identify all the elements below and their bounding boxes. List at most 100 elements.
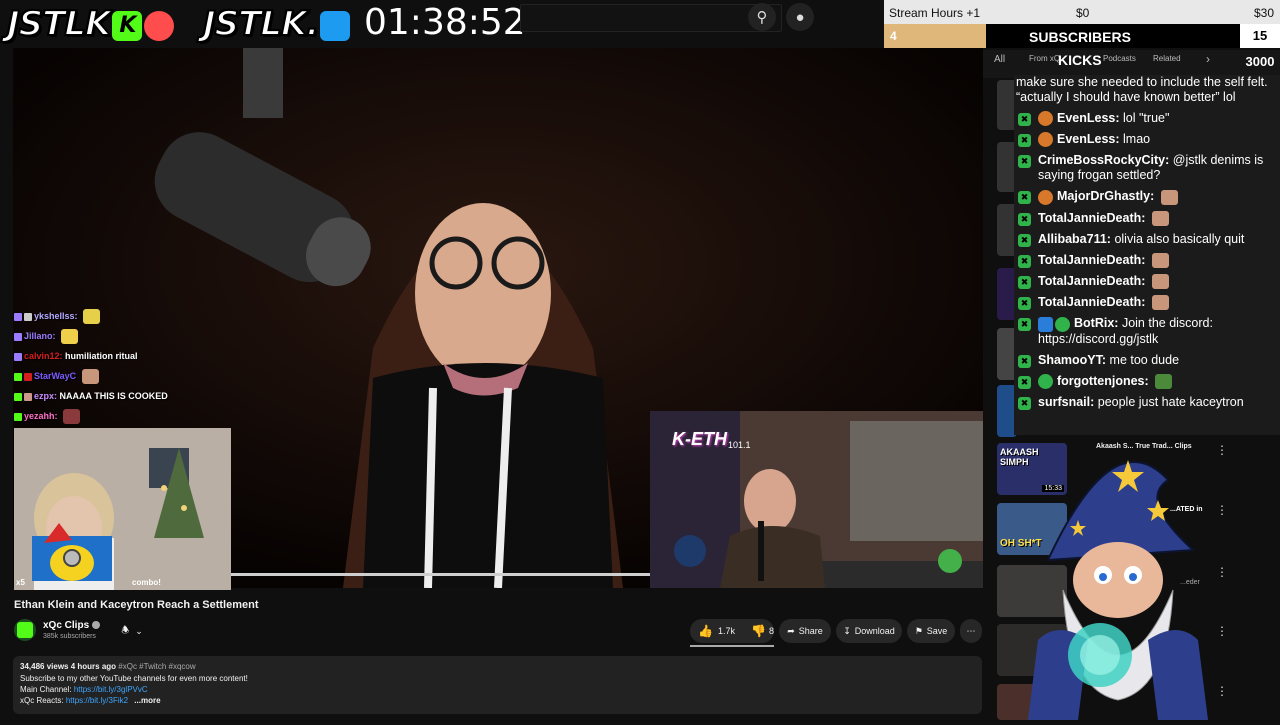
chat-username[interactable]: Allibaba711:	[1038, 232, 1111, 246]
emote-icon	[61, 329, 78, 344]
chat-username[interactable]: EvenLess:	[1057, 132, 1120, 146]
more-vertical-icon[interactable]: ⋮	[1216, 624, 1228, 638]
subscribers-progress	[884, 24, 986, 48]
badge-icon	[24, 313, 32, 321]
live-chat-panel: make sure she needed to include the self…	[1014, 75, 1280, 435]
chat-username[interactable]: surfsnail:	[1038, 395, 1094, 409]
badge-icon	[14, 353, 22, 361]
chat-message: ✖surfsnail: people just hate kaceytron	[1014, 392, 1280, 413]
chat-username[interactable]: BotRix:	[1074, 316, 1118, 330]
emote-icon	[1152, 295, 1169, 310]
emote-icon	[63, 409, 80, 424]
xqc-logo-icon	[17, 622, 33, 638]
more-vertical-icon[interactable]: ⋮	[1216, 684, 1228, 698]
reacts-channel-link[interactable]: https://bit.ly/3Fik2	[66, 696, 128, 705]
badge-icon	[14, 333, 22, 341]
kick-badge-icon	[14, 373, 22, 381]
chat-text: lmao	[1123, 132, 1150, 146]
chat-username[interactable]: forgottenjones:	[1057, 374, 1149, 388]
badge-icon	[24, 373, 32, 381]
video-progress-bar[interactable]	[231, 573, 651, 576]
mic-icon[interactable]: ●	[786, 3, 814, 31]
chat-username[interactable]: EvenLess:	[1057, 111, 1120, 125]
overlay-chat-user: yezahh:	[24, 411, 58, 421]
chat-username[interactable]: CrimeBossRockyCity:	[1038, 153, 1169, 167]
kick-badge-icon: ✖	[1018, 355, 1031, 368]
combo-count: x5	[16, 578, 25, 587]
top-bar: JSTLKK JSTLK. 01:38:52 ⚲ ●	[0, 0, 885, 48]
share-label: Share	[799, 626, 823, 636]
chat-message: ✖CrimeBossRockyCity: @jstlk denims is sa…	[1014, 150, 1280, 186]
emote-icon	[1152, 211, 1169, 226]
more-vertical-icon[interactable]: ⋮	[1216, 443, 1228, 457]
subs-count-left: 4	[890, 29, 897, 43]
overlay-chat-user: ezpx:	[34, 391, 57, 401]
share-icon: ➦	[787, 626, 795, 637]
search-input[interactable]	[520, 4, 782, 32]
chat-text: make sure she needed to include the self…	[1016, 75, 1268, 104]
kick-badge-icon: ✖	[1018, 255, 1031, 268]
overlay-chat-user: StarWayC	[34, 371, 76, 381]
dislike-count: 8	[769, 626, 774, 636]
more-actions-button[interactable]: ⋯	[960, 619, 982, 643]
bell-icon: 🕭	[121, 623, 129, 639]
kick-badge-icon: ✖	[1018, 276, 1031, 289]
chat-username[interactable]: ShamooYT:	[1038, 353, 1106, 367]
hashtags[interactable]: #xQc #Twitch #xqcow	[118, 662, 195, 671]
chat-message: ✖EvenLess: lol "true"	[1014, 108, 1280, 129]
video-title: Ethan Klein and Kaceytron Reach a Settle…	[14, 599, 259, 611]
description-line: Subscribe to my other YouTube channels f…	[20, 674, 248, 683]
overlay-chat-user: ykshellss:	[34, 311, 78, 321]
station-frequency: 101.1	[728, 440, 751, 450]
overlay-chat-line: yezahh:	[14, 406, 234, 426]
thumbs-up-icon[interactable]: 👍	[698, 624, 713, 638]
verified-icon	[92, 621, 100, 629]
badge-icon	[1038, 132, 1053, 147]
more-vertical-icon[interactable]: ⋮	[1216, 565, 1228, 579]
kick-badge-icon: ✖	[1018, 234, 1031, 247]
badge-icon	[1038, 317, 1053, 332]
podcast-camera: K-ETH 101.1	[650, 411, 983, 588]
filter-chip-all[interactable]: All	[994, 54, 1005, 65]
chevron-right-icon[interactable]: ›	[1206, 52, 1210, 66]
overlay-chat-line: calvin12: humiliation ritual	[14, 346, 234, 366]
badge-icon	[14, 313, 22, 321]
thumbs-down-icon[interactable]: 👎	[751, 624, 766, 638]
subscriber-count: 385k subscribers	[43, 633, 96, 640]
download-button[interactable]: ↧Download	[836, 619, 902, 643]
channel-avatar[interactable]	[14, 619, 36, 641]
chat-message: make sure she needed to include the self…	[1014, 75, 1280, 108]
notification-bell-button[interactable]: 🕭⌄	[111, 619, 153, 643]
filter-chip-related[interactable]: Related	[1153, 54, 1181, 63]
chat-message: ✖TotalJannieDeath:	[1014, 208, 1280, 229]
emote-icon	[83, 309, 100, 324]
overlay-chat-text: humiliation ritual	[65, 351, 138, 361]
logo-text: JSTLK	[7, 4, 110, 44]
chat-username[interactable]: TotalJannieDeath:	[1038, 253, 1145, 267]
channel-name[interactable]: xQc Clips	[43, 620, 100, 631]
overlay-chat: ykshellss: Jillano: calvin12: humiliatio…	[14, 306, 234, 428]
emote-icon	[1152, 274, 1169, 289]
like-count[interactable]: 1.7k	[718, 626, 735, 636]
save-button[interactable]: ⚑Save	[907, 619, 955, 643]
overlay-chat-line: ykshellss:	[14, 306, 234, 326]
more-vertical-icon[interactable]: ⋮	[1216, 503, 1228, 517]
search-icon[interactable]: ⚲	[748, 3, 776, 31]
emote-icon	[1152, 253, 1169, 268]
chat-username[interactable]: TotalJannieDeath:	[1038, 211, 1145, 225]
chat-username[interactable]: TotalJannieDeath:	[1038, 295, 1145, 309]
more-horizontal-icon: ⋯	[967, 626, 976, 637]
kick-badge-icon: ✖	[1018, 191, 1031, 204]
badge-icon	[1038, 111, 1053, 126]
main-channel-label: Main Channel:	[20, 685, 72, 694]
chat-username[interactable]: TotalJannieDeath:	[1038, 274, 1145, 288]
money-end: $30	[1254, 6, 1274, 20]
show-more-link[interactable]: ...more	[134, 696, 160, 705]
chat-username[interactable]: MajorDrGhastly:	[1057, 189, 1154, 203]
main-channel-link[interactable]: https://bit.ly/3glPVvC	[74, 685, 148, 694]
description-box[interactable]: 34,486 views 4 hours ago #xQc #Twitch #x…	[13, 656, 982, 714]
filter-chip-from[interactable]: From xQ	[1029, 54, 1060, 63]
share-button[interactable]: ➦ Share	[779, 619, 831, 643]
kick-badge-icon	[14, 393, 22, 401]
filter-chip-podcasts[interactable]: Podcasts	[1103, 54, 1136, 63]
